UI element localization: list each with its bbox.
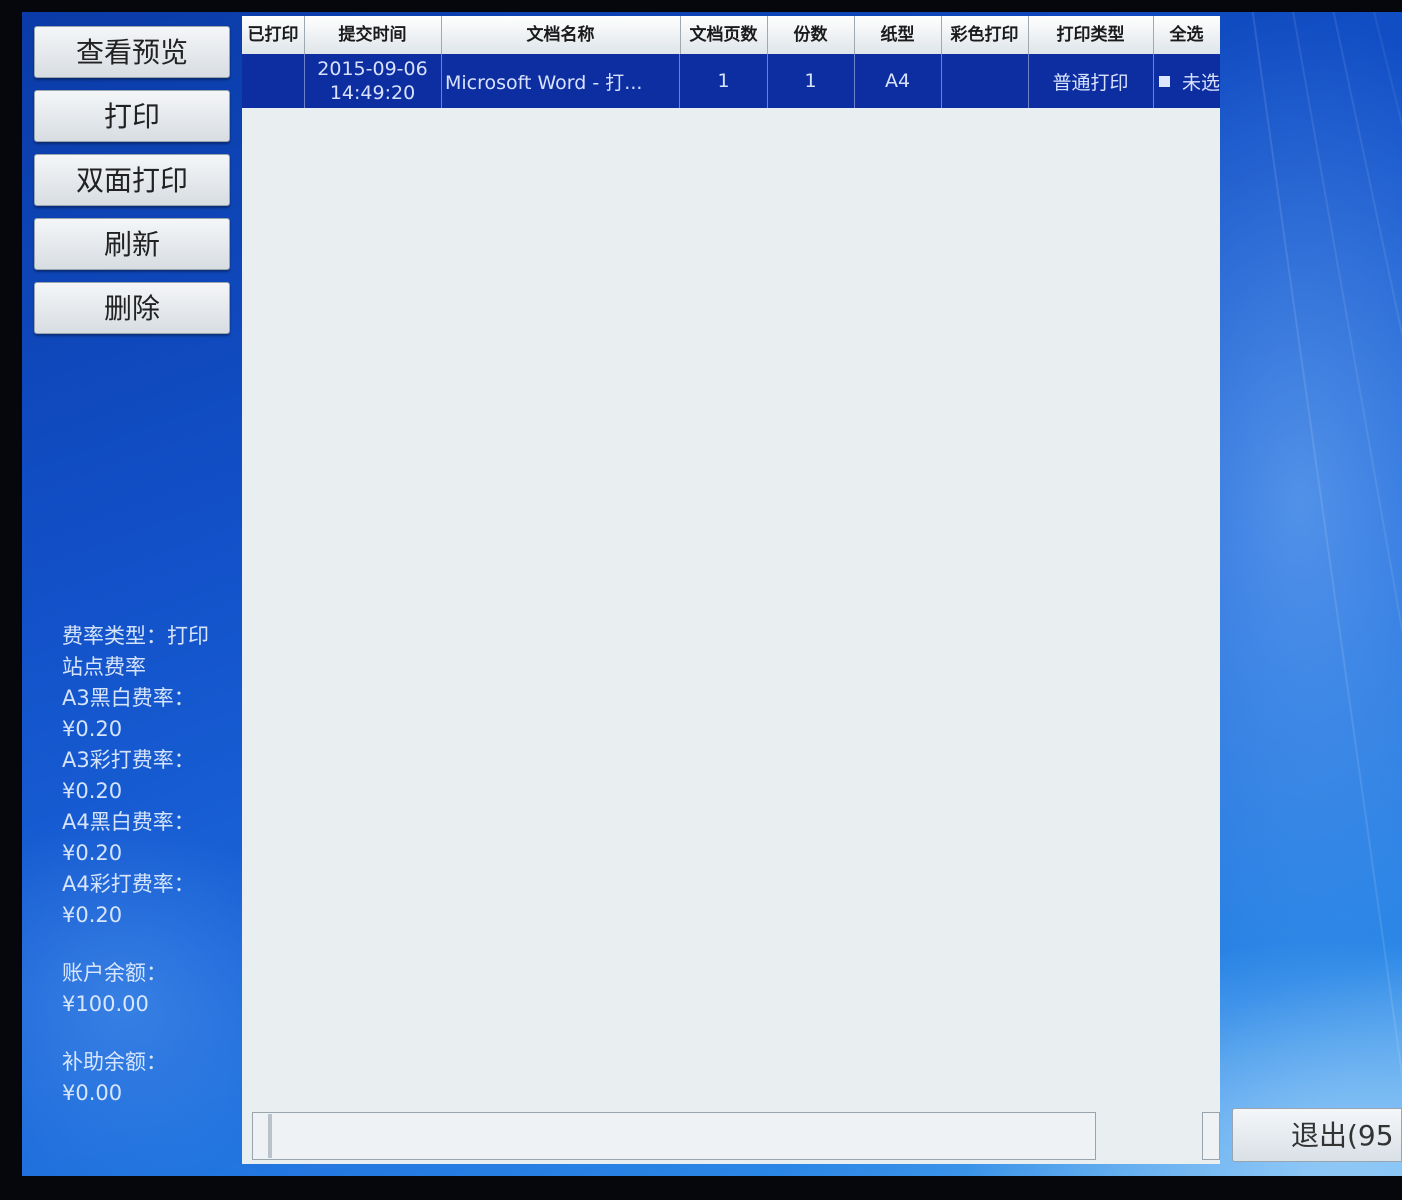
column-header-submit-time[interactable]: 提交时间 — [304, 16, 442, 54]
refresh-button[interactable]: 刷新 — [34, 218, 230, 270]
cell-copies: 1 — [767, 54, 855, 108]
balance-label: 账户余额： — [62, 961, 167, 985]
column-header-print-type[interactable]: 打印类型 — [1028, 16, 1154, 54]
cell-color-print — [941, 54, 1029, 108]
print-button[interactable]: 打印 — [34, 90, 230, 142]
background-streak — [1250, 0, 1402, 1189]
background-streak — [1370, 0, 1402, 1165]
subsidy-info: 补助余额： ¥0.00 — [62, 1047, 212, 1109]
delete-button[interactable]: 删除 — [34, 282, 230, 334]
cell-printed — [242, 54, 305, 108]
cell-submit-date: 2015-09-06 — [317, 58, 428, 80]
kiosk-screen: 查看预览 打印 双面打印 刷新 删除 费率类型：打印站点费率 A3黑白费率： ¥… — [0, 0, 1402, 1200]
column-header-printed[interactable]: 已打印 — [242, 16, 305, 54]
cell-document-name: Microsoft Word - 打... — [441, 54, 680, 108]
duplex-print-button[interactable]: 双面打印 — [34, 154, 230, 206]
cell-submit-clock: 14:49:20 — [329, 82, 416, 104]
cell-submit-time: 2015-09-06 14:49:20 — [304, 54, 442, 108]
column-header-copies[interactable]: 份数 — [767, 16, 855, 54]
column-header-page-count[interactable]: 文档页数 — [680, 16, 768, 54]
exit-button[interactable]: 退出(95 — [1232, 1108, 1402, 1162]
column-header-color-print[interactable]: 彩色打印 — [941, 16, 1029, 54]
a3-bw-rate-value: ¥0.20 — [62, 717, 123, 741]
a4-bw-rate-label: A4黑白费率： — [62, 810, 195, 834]
a3-color-rate-label: A3彩打费率： — [62, 748, 195, 772]
subsidy-label: 补助余额： — [62, 1050, 167, 1074]
column-header-paper-size[interactable]: 纸型 — [854, 16, 942, 54]
a4-bw-rate-value: ¥0.20 — [62, 841, 123, 865]
rate-type-text: 费率类型：打印站点费率 — [62, 624, 209, 679]
a4-color-rate-label: A4彩打费率： — [62, 872, 195, 896]
select-checkbox[interactable] — [1159, 75, 1170, 87]
balance-info: 账户余额： ¥100.00 — [62, 958, 212, 1020]
background-streak — [1290, 0, 1402, 1182]
scrollbar-thumb[interactable] — [268, 1114, 272, 1158]
cell-select[interactable]: 未选 — [1153, 54, 1220, 108]
scrollbar-corner — [1202, 1112, 1220, 1160]
cell-print-type: 普通打印 — [1028, 54, 1154, 108]
column-header-document-name[interactable]: 文档名称 — [441, 16, 681, 54]
cell-page-count: 1 — [680, 54, 768, 108]
a3-color-rate-value: ¥0.20 — [62, 779, 123, 803]
monitor-bezel-left — [0, 0, 22, 1200]
cell-paper-size: A4 — [854, 54, 942, 108]
subsidy-value: ¥0.00 — [62, 1081, 123, 1105]
rate-info: 费率类型：打印站点费率 A3黑白费率： ¥0.20 A3彩打费率： ¥0.20 … — [62, 621, 212, 931]
table-row[interactable]: 2015-09-06 14:49:20 Microsoft Word - 打..… — [242, 54, 1220, 108]
monitor-bezel-top — [0, 0, 1402, 12]
preview-button[interactable]: 查看预览 — [34, 26, 230, 78]
print-job-table: 已打印 提交时间 文档名称 文档页数 份数 纸型 彩色打印 打印类型 全选 20… — [242, 16, 1220, 1164]
select-all-header[interactable]: 全选 — [1153, 16, 1220, 54]
a3-bw-rate-label: A3黑白费率： — [62, 686, 195, 710]
monitor-bezel-bottom — [0, 1176, 1402, 1200]
select-status-text: 未选 — [1181, 71, 1220, 94]
a4-color-rate-value: ¥0.20 — [62, 903, 123, 927]
balance-value: ¥100.00 — [62, 992, 149, 1016]
table-header: 已打印 提交时间 文档名称 文档页数 份数 纸型 彩色打印 打印类型 全选 — [242, 16, 1220, 55]
horizontal-scrollbar[interactable] — [252, 1112, 1096, 1160]
